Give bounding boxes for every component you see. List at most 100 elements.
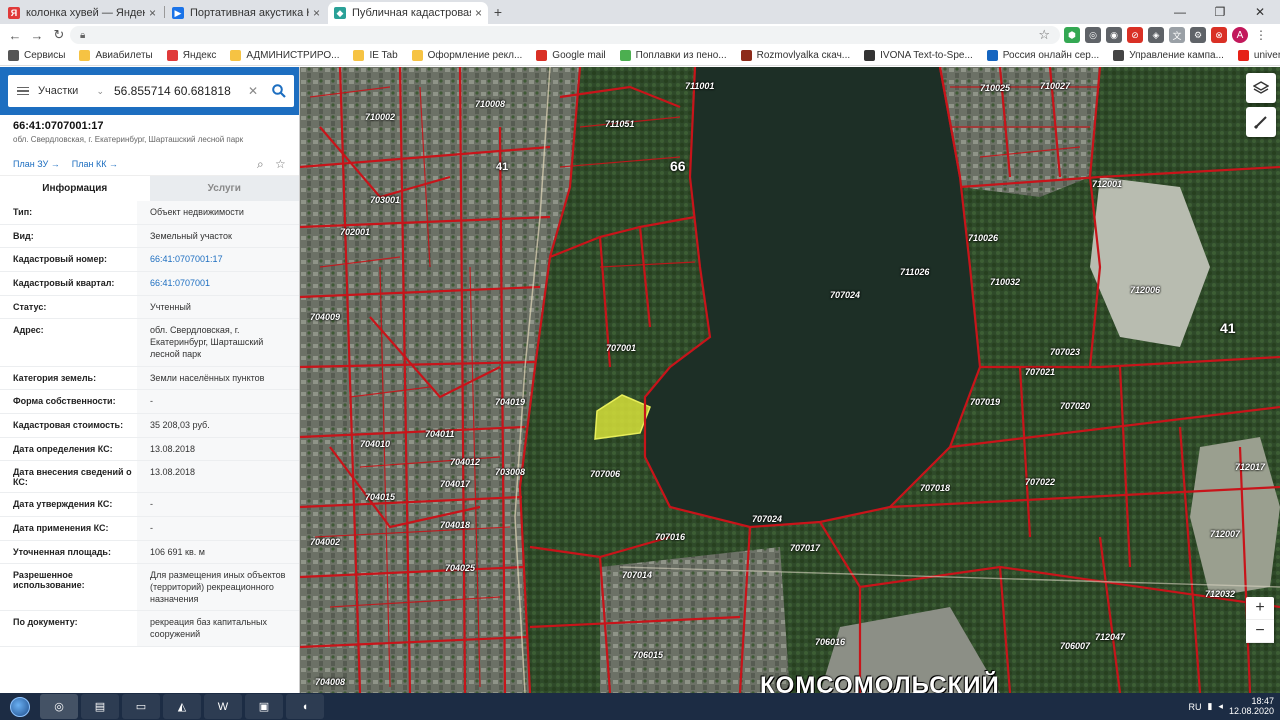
bookmark-item[interactable]: Сервисы: [8, 50, 65, 61]
quarter-label: 712047: [1095, 632, 1126, 642]
close-window-icon[interactable]: ✕: [1240, 0, 1280, 24]
maximize-icon[interactable]: ❐: [1200, 0, 1240, 24]
attribute-value: обл. Свердловская, г. Екатеринбург, Шарт…: [137, 319, 299, 366]
plan-kk-link[interactable]: План КК →: [72, 159, 118, 169]
extension-icon[interactable]: ◎: [1085, 27, 1101, 43]
bookmark-label: АДМИНИСТРИРО...: [246, 50, 340, 61]
extension-icon[interactable]: ⊘: [1127, 27, 1143, 43]
search-icon[interactable]: [264, 84, 294, 98]
clear-icon[interactable]: ✕: [248, 84, 264, 98]
attribute-value-link[interactable]: 66:41:0707001:17: [137, 248, 299, 272]
bookmark-item[interactable]: Россия онлайн сер...: [986, 50, 1099, 61]
extension-icon[interactable]: ⚙: [1190, 27, 1206, 43]
scanner-icon[interactable]: ▭: [122, 694, 160, 719]
extension-icon[interactable]: ◈: [1148, 27, 1164, 43]
browser-tab-yandex[interactable]: Я колонка хувей — Яндекс: наш ×: [2, 2, 162, 24]
menu-kebab-icon[interactable]: ⋮: [1253, 27, 1269, 43]
attribute-key: Дата внесения сведений о КС:: [0, 461, 137, 493]
youtube-icon: [1237, 50, 1249, 61]
language-indicator[interactable]: RU: [1188, 702, 1201, 712]
bookmark-label: universal containers...: [1253, 50, 1280, 61]
bookmark-item[interactable]: Google mail: [536, 50, 606, 61]
bookmark-item[interactable]: Поплавки из пено...: [619, 50, 727, 61]
quarter-label: 704002: [310, 537, 341, 547]
attribute-value: -: [137, 493, 299, 516]
ruler-icon[interactable]: [1246, 107, 1276, 137]
forward-icon[interactable]: →: [26, 25, 48, 45]
close-tab-icon[interactable]: ×: [313, 6, 320, 20]
attribute-key: Кадастровая стоимость:: [0, 413, 137, 437]
attribute-value: -: [137, 516, 299, 540]
attribute-key: Кадастровый квартал:: [0, 272, 137, 295]
network-icon[interactable]: ▮: [1207, 701, 1212, 712]
cadastral-number-title: 66:41:0707001:17: [13, 120, 104, 132]
extension-icon[interactable]: ◉: [1106, 27, 1122, 43]
bookmark-item[interactable]: Яндекс: [166, 50, 216, 61]
start-button[interactable]: [0, 693, 40, 720]
layers-icon[interactable]: [1246, 73, 1276, 103]
file-explorer-icon[interactable]: ▤: [81, 694, 119, 719]
browser-tab-huawei[interactable]: ▶ Портативная акустика HUAWEI ×: [166, 2, 326, 24]
bookmark-item[interactable]: Оформление рекл...: [411, 50, 522, 61]
quarter-label: 703001: [370, 195, 401, 205]
attribute-key: Форма собственности:: [0, 390, 137, 413]
bookmark-item[interactable]: Управление кампа...: [1113, 50, 1224, 61]
bookmark-item[interactable]: IE Tab: [353, 50, 398, 61]
back-icon[interactable]: ←: [4, 25, 26, 45]
bookmark-item[interactable]: Авиабилеты: [79, 50, 153, 61]
zoom-out-button[interactable]: −: [1246, 620, 1274, 643]
quarter-label: 712001: [1092, 179, 1123, 189]
search-category-select[interactable]: Участки ⌄: [38, 85, 110, 97]
close-tab-icon[interactable]: ×: [475, 6, 482, 20]
quarter-label: 712032: [1205, 589, 1236, 599]
minimize-icon[interactable]: —: [1160, 0, 1200, 24]
quarter-label: 711001: [685, 81, 715, 91]
bookmark-item[interactable]: universal containers...: [1237, 50, 1280, 61]
zoom-to-object-icon[interactable]: ⌕: [257, 157, 264, 172]
address-bar[interactable]: 🔒︎ ☆: [70, 26, 1060, 44]
batman-app-icon[interactable]: ◭: [163, 694, 201, 719]
screenshot-tool-icon[interactable]: ▣: [245, 694, 283, 719]
plan-zu-link[interactable]: План ЗУ →: [13, 159, 60, 169]
clock[interactable]: 18:47 12.08.2020: [1229, 696, 1274, 717]
tab-services[interactable]: Услуги: [149, 176, 299, 201]
volume-icon[interactable]: ◂: [1218, 701, 1223, 712]
attribute-key: Дата утверждения КС:: [0, 493, 137, 516]
new-tab-button[interactable]: +: [489, 3, 507, 21]
bookmark-item[interactable]: АДМИНИСТРИРО...: [230, 50, 339, 61]
bookmark-star-icon[interactable]: ☆: [1038, 27, 1050, 43]
quarter-label: 706007: [1060, 641, 1091, 651]
quarter-label: 707016: [655, 532, 686, 542]
attribute-value-link[interactable]: 66:41:0707001: [137, 272, 299, 295]
extension-icon[interactable]: ⊗: [1211, 27, 1227, 43]
media-player-icon[interactable]: ◖: [286, 694, 324, 719]
attribute-row: Дата утверждения КС: -: [0, 493, 299, 517]
bookmark-item[interactable]: Rozmovlyalka скач...: [740, 50, 850, 61]
rosreestr-icon: ◆: [334, 7, 346, 19]
yandex-icon: [166, 50, 178, 61]
close-tab-icon[interactable]: ×: [149, 6, 156, 20]
quarter-label: 702001: [340, 227, 371, 237]
reload-icon[interactable]: ↻: [48, 25, 70, 45]
gmail-icon: [536, 50, 548, 61]
cadastral-map[interactable]: 710008 710002 711001 711051 710025 710027 7100…: [300, 67, 1280, 693]
browser-tab-strip: Я колонка хувей — Яндекс: наш × ▶ Портат…: [0, 0, 1280, 24]
search-input[interactable]: 56.855714 60.681818: [110, 84, 248, 98]
attribute-row: Категория земель: Земли населённых пункто…: [0, 366, 299, 391]
extension-icon[interactable]: ⬢: [1064, 27, 1080, 43]
tab-information[interactable]: Информация: [0, 176, 150, 201]
extension-icon[interactable]: 文: [1169, 27, 1185, 43]
zoom-in-button[interactable]: +: [1246, 597, 1274, 620]
word-icon[interactable]: W: [204, 694, 242, 719]
attribute-row: Разрешенное использование: Для размещения…: [0, 564, 299, 612]
chrome-taskbar-icon[interactable]: ◎: [40, 694, 78, 719]
search-header: Участки ⌄ 56.855714 60.681818 ✕: [0, 67, 299, 115]
bookmark-item[interactable]: IVONA Text-to-Spe...: [864, 50, 973, 61]
site-icon: [740, 50, 752, 61]
attribute-row: Дата определения КС: 13.08.2018: [0, 437, 299, 462]
profile-avatar[interactable]: A: [1232, 27, 1248, 43]
quarter-label: 704017: [440, 479, 471, 489]
browser-tab-cadastral-map[interactable]: ◆ Публичная кадастровая карта ×: [328, 2, 488, 24]
menu-icon[interactable]: [8, 86, 38, 96]
favorite-star-icon[interactable]: ☆: [275, 157, 286, 171]
